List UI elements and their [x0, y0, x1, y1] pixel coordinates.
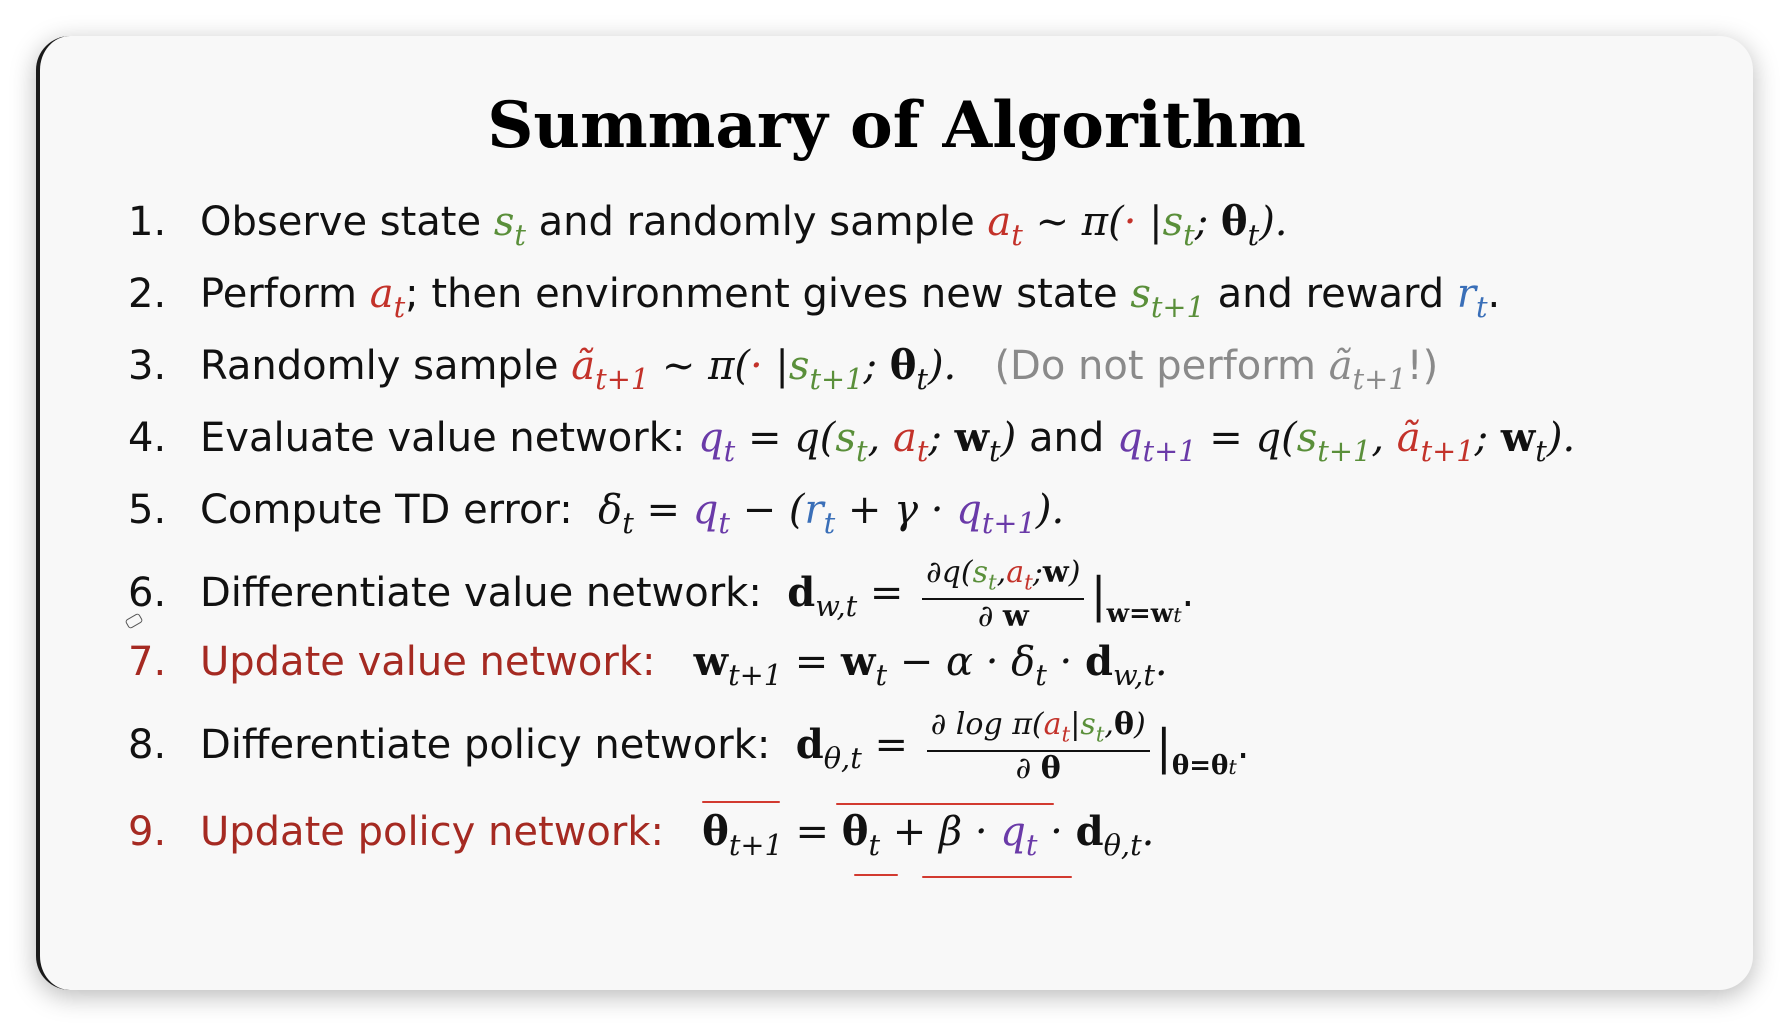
step-label: Perform — [200, 271, 358, 317]
step-label: Differentiate value network: — [200, 570, 762, 617]
step-label: Update policy network: — [200, 809, 664, 855]
slide: Summary of Algorithm 1. Observe state st … — [36, 36, 1753, 990]
step-text: and — [1028, 415, 1105, 461]
step-5: 5. Compute TD error: δt = qt − (rt + γ · … — [128, 487, 1065, 541]
annotation-underline — [854, 874, 898, 876]
step-note: (Do not perform — [994, 343, 1316, 389]
step-label: Evaluate value network: — [200, 415, 686, 461]
step-number: 3. — [128, 343, 167, 389]
step-number: 7. — [128, 639, 167, 685]
slide-title: Summary of Algorithm — [487, 88, 1306, 163]
annotation-underline — [702, 801, 780, 803]
step-8: 8. Differentiate policy network: dθ,t = ∂… — [128, 707, 1250, 787]
step-2: 2. Perform at; then environment gives new… — [128, 271, 1501, 325]
step-label: Randomly sample — [200, 343, 559, 389]
step-note: !) — [1406, 343, 1439, 389]
gradient-fraction: ∂ log π(at|st,θ) ∂ θ — [926, 709, 1150, 784]
step-7: 7. Update value network: wt+1 = wt − α · … — [128, 638, 1168, 693]
step-label: Differentiate policy network: — [200, 722, 771, 769]
step-9: 9. Update policy network: θt+1 = θt + β ·… — [128, 808, 1155, 863]
annotation-underline — [922, 876, 1072, 878]
annotation-underline — [836, 803, 1054, 805]
step-label: Compute TD error: — [200, 487, 573, 533]
step-number: 2. — [128, 271, 167, 317]
step-4: 4. Evaluate value network: qt = q(st, at;… — [128, 414, 1576, 469]
step-label: Update value network: — [200, 639, 656, 685]
step-number: 9. — [128, 809, 167, 855]
step-3: 3. Randomly sample ãt+1 ~ π(· |st+1; θt).… — [128, 342, 1439, 397]
step-text: and reward — [1217, 271, 1445, 317]
step-number: 5. — [128, 487, 167, 533]
step-1: 1. Observe state st and randomly sample a… — [128, 198, 1288, 253]
step-number: 4. — [128, 415, 167, 461]
step-number: 6. — [128, 570, 167, 617]
step-number: 1. — [128, 199, 167, 245]
gradient-fraction: ∂q(st,at;w) ∂ w — [922, 557, 1085, 632]
step-label: Observe state — [200, 199, 482, 245]
step-6: 6. Differentiate value network: dw,t = ∂q… — [128, 555, 1195, 635]
step-text: ; then environment gives new state — [405, 271, 1118, 317]
step-text: and randomly sample — [538, 199, 975, 245]
step-number: 8. — [128, 722, 167, 769]
